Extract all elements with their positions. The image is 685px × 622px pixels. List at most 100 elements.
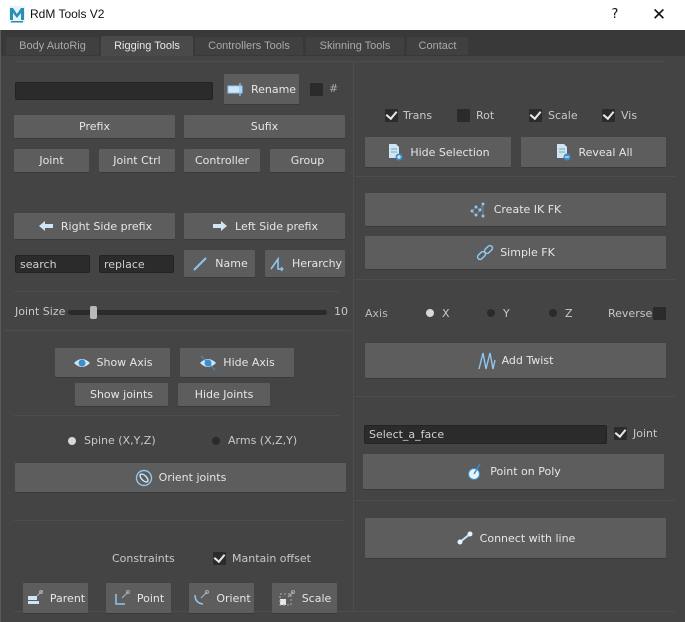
scale-constraint-icon [278,589,296,607]
numbering-checkbox[interactable] [310,83,323,96]
trans-checkbox[interactable] [385,109,398,122]
window-client: Body AutoRig Rigging Tools Controllers T… [0,30,685,622]
point-constraint-button[interactable]: Point [106,583,171,613]
left-side-prefix-label: Left Side prefix [235,219,318,233]
group-button[interactable]: Group [270,149,345,172]
prefix-button[interactable]: Prefix [14,115,175,138]
maintain-offset-label: Mantain offset [232,552,311,565]
orient-joints-button[interactable]: Orient joints [15,463,346,492]
divider [354,279,676,280]
simple-fk-button[interactable]: Simple FK [365,236,666,269]
joint-checkbox[interactable] [614,427,627,440]
hierarchy-button-label: Herarchy [291,257,343,270]
joint-ctrl-button[interactable]: Joint Ctrl [99,149,175,172]
tab-bar: Body AutoRig Rigging Tools Controllers T… [1,30,685,56]
maya-logo-icon [9,6,25,23]
axis-z-label: Z [565,307,573,320]
eye-icon [73,354,91,372]
arms-orient-label: Arms (X,Z,Y) [228,434,298,447]
prefix-button-label: Prefix [79,120,110,133]
rigging-tools-page: Rename # Prefix Sufix Joint Joint Ctrl C… [1,56,685,622]
point-on-poly-button[interactable]: Point on Poly [363,454,664,489]
vis-checkbox[interactable] [602,109,615,122]
orient-joints-label: Orient joints [158,471,227,484]
orient-constraint-button[interactable]: Orient [189,583,254,613]
orient-constraint-label: Orient [216,591,251,605]
hide-joints-label: Hide Joints [194,388,254,401]
tab-controllers-tools[interactable]: Controllers Tools [195,37,303,55]
name-button[interactable]: Name [184,250,255,277]
hide-axis-label: Hide Axis [223,356,275,369]
point-on-poly-icon [466,463,484,481]
connect-line-icon [456,529,474,547]
joint-button[interactable]: Joint [14,149,89,172]
hierarchy-button[interactable]: Herarchy [265,250,345,277]
axis-x-radio[interactable] [426,309,434,317]
tab-skinning-tools[interactable]: Skinning Tools [306,37,404,55]
hide-selection-label: Hide Selection [410,145,490,159]
constraints-label: Constraints [112,552,175,565]
rename-button-label: Rename [250,82,297,96]
face-selection-input[interactable] [364,425,607,444]
divider [4,330,351,331]
search-input[interactable] [15,255,90,273]
left-side-prefix-button[interactable]: Left Side prefix [184,213,345,239]
axis-z-radio[interactable] [549,309,557,317]
parent-constraint-button[interactable]: Parent [23,583,88,613]
joint-button-label: Joint [39,154,64,167]
rot-checkbox[interactable] [457,109,470,122]
divider [14,61,666,62]
create-ik-fk-button[interactable]: Create IK FK [365,193,666,226]
rename-button[interactable]: Rename [224,74,299,104]
orient-joint-icon [135,469,153,487]
joint-size-slider[interactable] [68,310,327,315]
joint-size-slider-handle[interactable] [89,306,97,319]
scale-constraint-button[interactable]: Scale [272,583,337,613]
tab-body-autorig[interactable]: Body AutoRig [6,37,99,55]
hide-selection-button[interactable]: Hide Selection [365,137,511,167]
axis-y-label: Y [503,307,510,320]
add-twist-button[interactable]: Add Twist [365,343,666,378]
connect-with-line-button[interactable]: Connect with line [365,518,666,558]
spine-orient-radio[interactable] [68,437,76,445]
orient-constraint-icon [192,589,210,607]
arms-orient-radio[interactable] [212,437,220,445]
controller-button[interactable]: Controller [184,149,260,172]
window-title: RdM Tools V2 [30,7,105,21]
point-constraint-label: Point [136,591,165,605]
sufix-button[interactable]: Sufix [184,115,345,138]
axis-y-radio[interactable] [487,309,495,317]
reveal-all-button[interactable]: Reveal All [521,137,666,167]
divider [354,500,676,501]
hide-axis-button[interactable]: Hide Axis [180,348,294,377]
reverse-checkbox[interactable] [653,307,666,320]
show-axis-button[interactable]: Show Axis [55,348,170,377]
joint-size-label: Joint Size [15,305,66,318]
maintain-offset-checkbox[interactable] [213,552,226,565]
help-button[interactable]: ? [605,5,625,25]
joint-size-value: 10 [334,305,348,318]
parent-constraint-icon [26,589,44,607]
ik-fk-icon [470,201,488,219]
joint-checkbox-label: Joint [633,427,658,440]
tab-contact[interactable]: Contact [407,37,468,55]
point-on-poly-label: Point on Poly [490,465,561,478]
replace-input[interactable] [99,255,174,273]
right-side-prefix-button[interactable]: Right Side prefix [14,213,175,239]
hide-joints-button[interactable]: Hide Joints [178,383,270,406]
axis-label: Axis [365,307,388,320]
close-button[interactable]: ✕ [647,4,671,26]
tab-rigging-tools[interactable]: Rigging Tools [101,36,193,56]
hash-label: # [329,82,339,95]
divider [14,415,340,416]
eye-off-icon [199,354,217,372]
slash-icon [191,255,209,273]
scale-label: Scale [548,109,578,122]
rot-label: Rot [476,109,495,122]
reverse-label: Reverse [608,307,653,320]
rename-input[interactable] [15,82,213,100]
show-joints-button[interactable]: Show joints [75,383,168,406]
scale-checkbox[interactable] [529,109,542,122]
simple-fk-label: Simple FK [500,246,555,259]
vis-label: Vis [621,109,638,122]
